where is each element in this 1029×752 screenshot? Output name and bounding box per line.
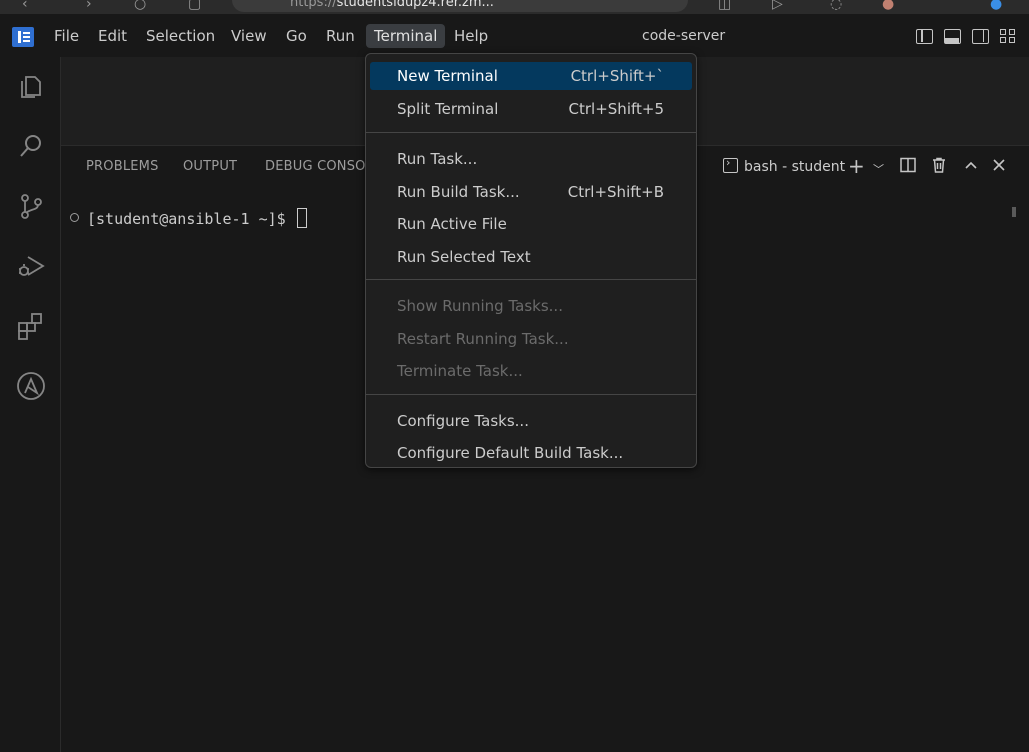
tab-problems[interactable]: PROBLEMS — [86, 159, 159, 174]
extensions-browser-icon[interactable]: ◌ — [830, 0, 842, 12]
menu-separator — [366, 132, 696, 133]
reader-icon[interactable]: ◫ — [718, 0, 731, 12]
terminal-prompt[interactable]: [student@ansible-1 ~]$ — [87, 208, 307, 228]
toggle-panel-icon[interactable] — [944, 29, 961, 44]
menu-item-new-terminal[interactable]: New Terminal Ctrl+Shift+` — [370, 62, 692, 90]
terminal-cursor — [296, 208, 307, 228]
terminal-scrollbar[interactable] — [1012, 207, 1016, 217]
menu-item-show-running-tasks: Show Running Tasks... — [370, 292, 692, 320]
ansible-icon[interactable] — [16, 371, 46, 401]
address-bar-text: https://studentsidupz4.rer.zm... — [290, 0, 494, 10]
terminal-selector[interactable]: › bash - student — [723, 156, 846, 175]
menu-separator — [366, 279, 696, 280]
extensions-icon[interactable] — [16, 311, 46, 341]
search-icon[interactable] — [16, 131, 46, 161]
menu-item-split-terminal[interactable]: Split Terminal Ctrl+Shift+5 — [370, 95, 692, 123]
menu-item-configure-default-build-task[interactable]: Configure Default Build Task... — [370, 439, 692, 467]
menu-item-terminate-task: Terminate Task... — [370, 357, 692, 385]
trash-icon[interactable] — [931, 157, 947, 177]
menu-item-label: Split Terminal — [397, 100, 499, 118]
back-icon[interactable]: ‹ — [22, 0, 28, 12]
menu-item-run-selected-text[interactable]: Run Selected Text — [370, 243, 692, 271]
menu-item-run-active-file[interactable]: Run Active File — [370, 210, 692, 238]
read-aloud-icon[interactable]: ▷ — [772, 0, 783, 12]
menu-item-restart-running-task: Restart Running Task... — [370, 325, 692, 353]
menu-help[interactable]: Help — [446, 24, 496, 48]
profile-avatar[interactable]: ● — [882, 0, 894, 12]
menu-view[interactable]: View — [223, 24, 275, 48]
menu-edit[interactable]: Edit — [90, 24, 135, 48]
explorer-icon[interactable] — [16, 71, 46, 101]
menu-item-label: Restart Running Task... — [397, 329, 569, 348]
menu-item-label: Run Build Task... — [397, 182, 520, 201]
tabs-icon[interactable]: ▢ — [188, 0, 201, 12]
menu-item-configure-tasks[interactable]: Configure Tasks... — [370, 407, 692, 435]
split-terminal-icon[interactable] — [900, 157, 916, 177]
refresh-icon[interactable]: ○ — [134, 0, 146, 12]
command-decoration-icon — [70, 213, 79, 222]
menu-item-label: New Terminal — [397, 67, 498, 85]
copilot-icon[interactable]: ● — [990, 0, 1002, 12]
close-panel-icon[interactable] — [992, 157, 1006, 176]
menu-run[interactable]: Run — [318, 24, 363, 48]
menu-item-run-task[interactable]: Run Task... — [370, 145, 692, 173]
menu-item-shortcut: Ctrl+Shift+5 — [568, 100, 664, 118]
menu-item-label: Show Running Tasks... — [397, 297, 563, 315]
window-title: code-server — [642, 28, 726, 44]
menu-item-shortcut: Ctrl+Shift+` — [570, 67, 664, 85]
forward-icon[interactable]: › — [86, 0, 92, 12]
menu-item-label: Run Active File — [397, 215, 507, 233]
menu-item-label: Terminate Task... — [397, 362, 523, 380]
menu-file[interactable]: File — [46, 24, 87, 48]
customize-layout-icon[interactable] — [1000, 29, 1016, 44]
terminal-name: bash - student — [744, 159, 846, 175]
toggle-primary-sidebar-icon[interactable] — [916, 29, 933, 44]
title-bar: File Edit Selection View Go Run Terminal Help c… — [0, 14, 1029, 57]
menu-item-label: Run Selected Text — [397, 247, 531, 266]
app-logo-icon[interactable] — [12, 27, 34, 47]
menu-selection[interactable]: Selection — [138, 24, 223, 48]
menu-item-label: Configure Default Build Task... — [397, 444, 624, 462]
source-control-icon[interactable] — [16, 191, 46, 221]
run-debug-icon[interactable] — [16, 251, 46, 281]
menu-go[interactable]: Go — [278, 24, 315, 48]
menu-item-label: Run Task... — [397, 150, 478, 168]
chevron-down-icon[interactable]: ﹀ — [873, 161, 884, 177]
new-terminal-icon[interactable]: + — [848, 154, 865, 178]
menu-item-label: Configure Tasks... — [397, 411, 529, 430]
terminal-icon: › — [723, 156, 738, 173]
tab-debug-console[interactable]: DEBUG CONSOLE — [265, 159, 365, 174]
toggle-secondary-sidebar-icon[interactable] — [972, 29, 989, 44]
terminal-menu: New Terminal Ctrl+Shift+` Split Terminal Ct… — [365, 53, 697, 468]
menu-item-run-build-task[interactable]: Run Build Task... Ctrl+Shift+B — [370, 178, 692, 206]
menu-item-shortcut: Ctrl+Shift+B — [567, 182, 664, 201]
maximize-panel-icon[interactable] — [964, 157, 978, 176]
activity-bar — [0, 57, 61, 752]
browser-chrome: ‹ › ○ ▢ https://studentsidupz4.rer.zm...… — [0, 0, 1029, 14]
menu-terminal[interactable]: Terminal — [366, 24, 446, 48]
tab-output[interactable]: OUTPUT — [183, 159, 237, 174]
menu-separator — [366, 393, 696, 395]
